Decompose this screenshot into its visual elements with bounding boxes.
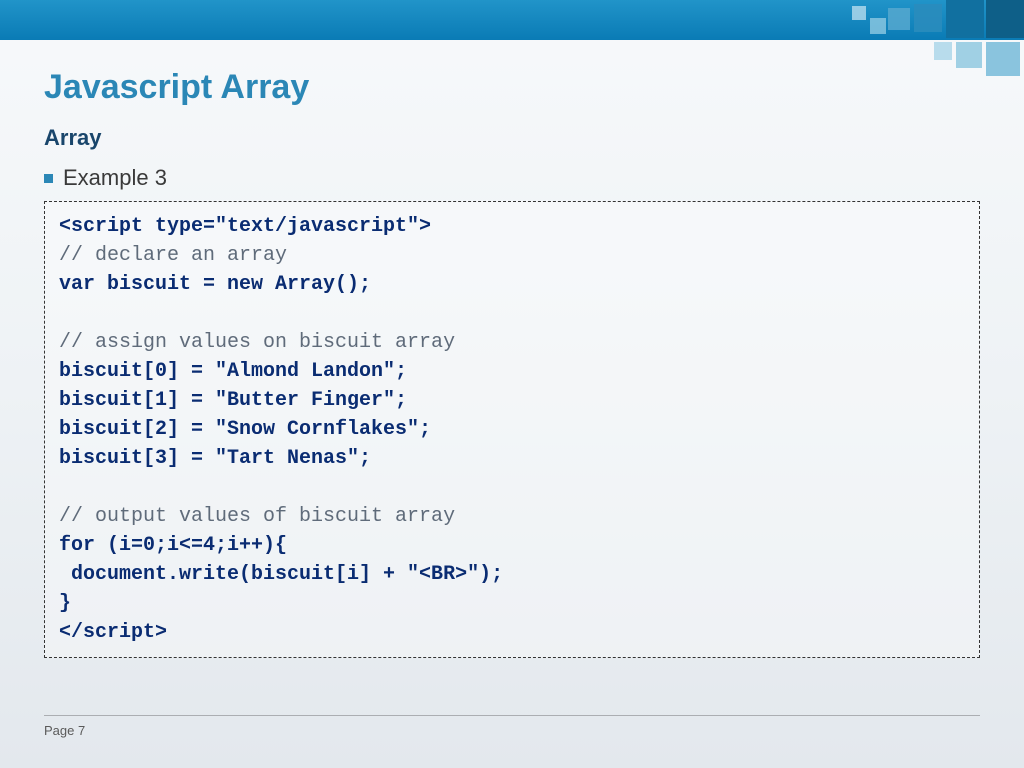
code-line: for (i=0;i<=4;i++){ xyxy=(59,534,287,557)
code-line: <script type="text/javascript"> xyxy=(59,215,431,238)
code-line: var biscuit = new Array(); xyxy=(59,273,371,296)
code-line: biscuit[1] = "Butter Finger"; xyxy=(59,389,407,412)
slide-title: Javascript Array xyxy=(44,68,980,107)
code-line: // declare an array xyxy=(59,244,287,267)
code-line: document.write(biscuit[i] + "<BR>"); xyxy=(59,563,503,586)
slide-subtitle: Array xyxy=(44,125,980,151)
code-line: biscuit[2] = "Snow Cornflakes"; xyxy=(59,418,431,441)
page-number: Page 7 xyxy=(44,723,85,738)
footer-divider xyxy=(44,715,980,716)
code-line: // output values of biscuit array xyxy=(59,505,455,528)
code-example-box: <script type="text/javascript"> // decla… xyxy=(44,201,980,658)
code-line: // assign values on biscuit array xyxy=(59,331,455,354)
header-bar xyxy=(0,0,1024,40)
header-decor-squares xyxy=(804,0,1024,70)
bullet-row: Example 3 xyxy=(44,165,980,191)
bullet-text: Example 3 xyxy=(63,165,167,191)
code-line: biscuit[3] = "Tart Nenas"; xyxy=(59,447,371,470)
code-line: </script> xyxy=(59,621,167,644)
slide-content: Javascript Array Array Example 3 <script… xyxy=(0,40,1024,658)
code-line: } xyxy=(59,592,71,615)
code-line: biscuit[0] = "Almond Landon"; xyxy=(59,360,407,383)
bullet-square-icon xyxy=(44,174,53,183)
